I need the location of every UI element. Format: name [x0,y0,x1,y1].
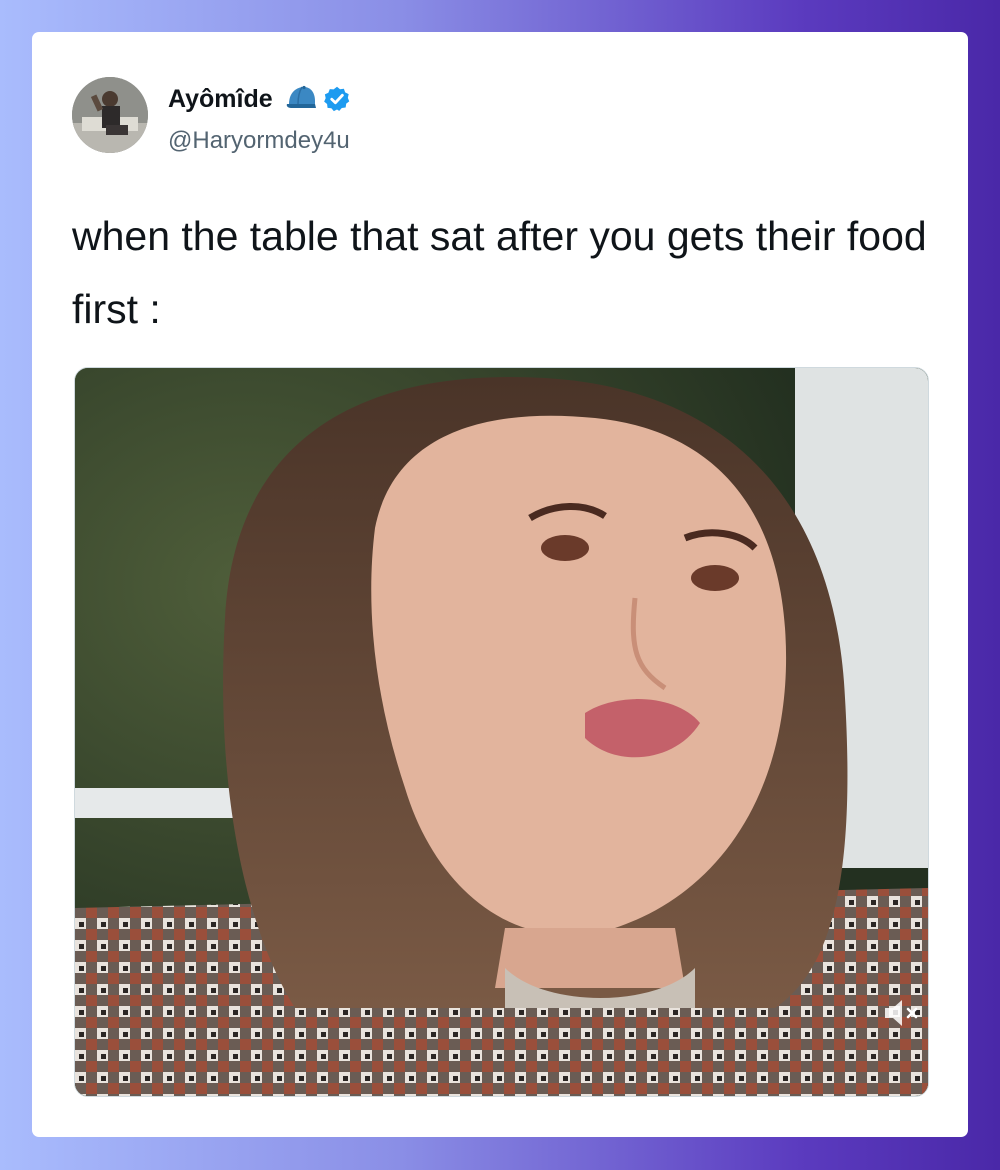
author-row: Ayômîde [168,82,351,116]
user-handle[interactable]: @Haryormdey4u [168,127,350,155]
tweet-card: Ayômîde @Haryormdey4u when the table tha… [32,32,968,1137]
verified-badge-icon [323,86,349,112]
speaker-muted-icon[interactable] [882,996,922,1030]
avatar[interactable] [72,77,148,153]
tweet-text: when the table that sat after you gets t… [72,213,927,332]
blue-cap-emoji-icon [286,85,316,108]
display-name[interactable]: Ayômîde [168,85,273,114]
video-frame [75,368,928,1096]
tweet-video[interactable] [74,367,929,1097]
